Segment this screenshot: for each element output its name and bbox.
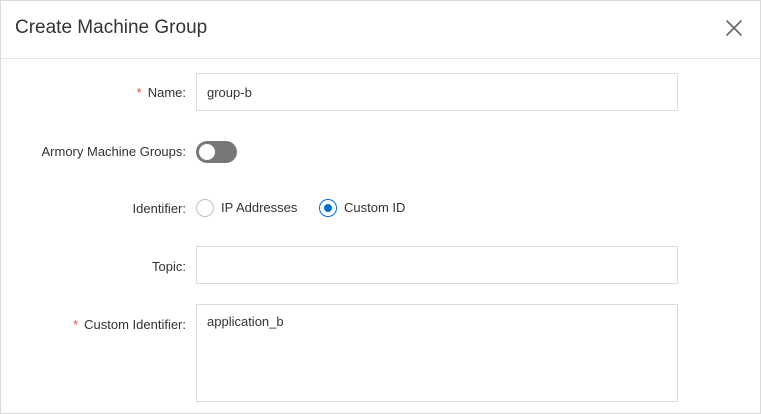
radio-label-ip-addresses: IP Addresses	[221, 200, 298, 215]
dialog-header: Create Machine Group	[1, 1, 760, 59]
close-icon[interactable]	[721, 15, 747, 41]
custom-identifier-label-text: Custom Identifier:	[84, 317, 186, 332]
dialog-title: Create Machine Group	[15, 17, 208, 38]
required-mark: *	[73, 317, 79, 332]
topic-label: Topic:	[152, 259, 186, 274]
name-label-text: Name:	[147, 85, 186, 100]
armory-machine-groups-switch[interactable]	[196, 141, 237, 163]
name-label: * Name:	[137, 85, 186, 101]
create-machine-group-dialog: Create Machine Group * Name: Armory Machi…	[0, 0, 761, 414]
custom-identifier-label: * Custom Identifier:	[73, 317, 186, 333]
radio-circle-ip-addresses	[196, 199, 214, 217]
name-input[interactable]	[196, 73, 678, 111]
switch-knob	[199, 144, 215, 160]
custom-identifier-textarea[interactable]: application_b	[196, 304, 678, 402]
radio-circle-custom-id	[319, 199, 337, 217]
armory-machine-groups-label: Armory Machine Groups:	[41, 144, 187, 159]
radio-label-custom-id: Custom ID	[344, 200, 406, 215]
identifier-label: Identifier:	[132, 201, 186, 216]
required-mark: *	[136, 85, 142, 100]
close-icon-glyph	[726, 20, 742, 36]
topic-input[interactable]	[196, 246, 678, 284]
